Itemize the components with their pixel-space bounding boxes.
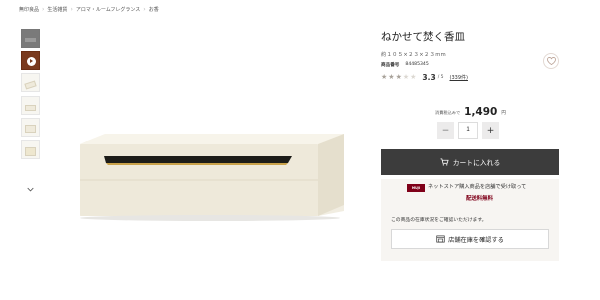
price: 消費税込みで 1,490 円 xyxy=(435,106,525,118)
thumbnail-list xyxy=(21,29,43,162)
thumbnail-4[interactable] xyxy=(21,95,40,115)
thumbnail-1[interactable] xyxy=(21,29,40,48)
breadcrumb-item-current[interactable]: お香 xyxy=(149,6,159,13)
rating-score: 3.3 xyxy=(422,73,436,82)
rating: ★ ★ ★ ★ ★ 3.3 / 5 (339件) xyxy=(381,73,468,82)
product-number: 商品番号 84485345 xyxy=(381,62,429,68)
thumbnail-3[interactable] xyxy=(21,73,40,93)
quantity-plus-button[interactable]: + xyxy=(482,122,499,139)
cart-icon xyxy=(440,158,449,166)
product-number-label: 商品番号 xyxy=(381,63,400,68)
breadcrumb-item-home[interactable]: 無印良品 xyxy=(19,6,39,13)
price-unit: 円 xyxy=(501,111,506,116)
breadcrumb-separator: › xyxy=(143,5,146,13)
product-title: ねかせて焚く香皿 xyxy=(381,31,465,43)
check-store-stock-button[interactable]: 店舗在庫を確認する xyxy=(391,229,549,249)
star-icon: ★ xyxy=(388,73,395,81)
review-count-link[interactable]: (339件) xyxy=(450,74,468,81)
add-to-cart-label: カートに入れる xyxy=(452,159,501,167)
breadcrumb-separator: › xyxy=(70,5,73,13)
store-pickup-text: ネットストア購入商品を店舗で受け取って xyxy=(428,184,527,190)
breadcrumb-item-subcategory[interactable]: アロマ・ルームフレグランス xyxy=(76,6,140,13)
rating-max: / 5 xyxy=(437,75,444,80)
check-store-stock-label: 店舗在庫を確認する xyxy=(448,236,504,244)
quantity-stepper: − 1 + xyxy=(437,122,499,139)
stock-note: この商品の在庫状況をご確認いただけます。 xyxy=(391,218,487,223)
quantity-input[interactable]: 1 xyxy=(458,122,478,139)
price-tax-label: 消費税込みで xyxy=(435,110,461,115)
star-icon: ★ xyxy=(381,73,388,81)
muji-tag: MUJI xyxy=(407,184,425,192)
store-info-panel: MUJI ネットストア購入商品を店舗で受け取って 配送料無料 この商品の在庫状況… xyxy=(381,179,559,261)
thumbnail-5[interactable] xyxy=(21,117,40,137)
favorite-button[interactable] xyxy=(543,53,559,69)
star-icon: ★ xyxy=(395,73,402,81)
free-shipping-text: 配送料無料 xyxy=(466,196,493,202)
quantity-minus-button[interactable]: − xyxy=(437,122,454,139)
product-image xyxy=(80,134,344,221)
play-icon xyxy=(27,57,36,67)
store-icon xyxy=(436,235,445,243)
thumbnail-video[interactable] xyxy=(21,51,40,71)
heart-icon xyxy=(546,57,556,65)
star-icon: ★ xyxy=(410,73,417,81)
star-icon: ★ xyxy=(402,73,410,81)
price-amount: 1,490 xyxy=(464,106,498,118)
product-number-value: 84485345 xyxy=(405,62,429,67)
breadcrumb-separator: › xyxy=(42,5,45,13)
chevron-down-icon[interactable] xyxy=(27,186,34,193)
add-to-cart-button[interactable]: カートに入れる xyxy=(381,149,559,175)
product-size: 約１０５×２３×２３mm xyxy=(381,52,447,58)
thumbnail-6[interactable] xyxy=(21,139,40,159)
breadcrumb-item-category[interactable]: 生活雑貨 xyxy=(47,6,67,13)
breadcrumb: 無印良品 › 生活雑貨 › アロマ・ルームフレグランス › お香 xyxy=(19,4,159,14)
